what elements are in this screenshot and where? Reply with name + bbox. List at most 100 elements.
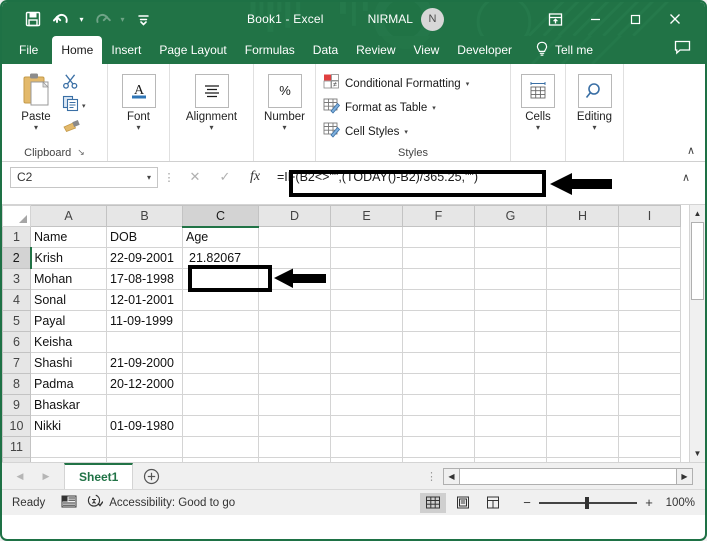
- cell-e9[interactable]: [330, 394, 403, 416]
- cell-g7[interactable]: [474, 352, 547, 374]
- cell-b11[interactable]: [106, 436, 183, 458]
- cell-f3[interactable]: [402, 268, 475, 290]
- scroll-up-icon[interactable]: ▲: [689, 205, 705, 222]
- vertical-scroll-thumb[interactable]: [690, 222, 704, 300]
- tab-insert[interactable]: Insert: [102, 36, 150, 64]
- cell-h8[interactable]: [546, 373, 619, 395]
- name-box-caret-icon[interactable]: ▾: [147, 173, 151, 182]
- cell-e6[interactable]: [330, 331, 403, 353]
- row-header-10[interactable]: 10: [2, 415, 31, 437]
- cell-f1[interactable]: [402, 226, 475, 248]
- cell-d11[interactable]: [258, 436, 331, 458]
- cell-f9[interactable]: [402, 394, 475, 416]
- cell-a1[interactable]: Name: [30, 226, 107, 248]
- cell-e5[interactable]: [330, 310, 403, 332]
- cell-g1[interactable]: [474, 226, 547, 248]
- column-header-f[interactable]: F: [402, 205, 475, 227]
- cell-h6[interactable]: [546, 331, 619, 353]
- cell-g9[interactable]: [474, 394, 547, 416]
- cell-i12[interactable]: [618, 457, 681, 462]
- enter-icon[interactable]: ✓: [210, 166, 240, 188]
- alignment-button[interactable]: Alignment ▾: [170, 68, 253, 133]
- comments-button[interactable]: [674, 36, 691, 64]
- scroll-down-icon[interactable]: ▼: [689, 445, 705, 462]
- row-header-1[interactable]: 1: [2, 226, 31, 248]
- column-header-i[interactable]: I: [618, 205, 681, 227]
- cell-b12[interactable]: [106, 457, 183, 462]
- tab-view[interactable]: View: [405, 36, 449, 64]
- select-all-corner[interactable]: [2, 205, 31, 227]
- cell-b10[interactable]: 01-09-1980: [106, 415, 183, 437]
- cell-d6[interactable]: [258, 331, 331, 353]
- cell-i8[interactable]: [618, 373, 681, 395]
- cell-h11[interactable]: [546, 436, 619, 458]
- cell-f11[interactable]: [402, 436, 475, 458]
- cut-button[interactable]: [62, 73, 86, 93]
- cell-c6[interactable]: [182, 331, 259, 353]
- zoom-level-label[interactable]: 100%: [661, 497, 695, 509]
- row-header-3[interactable]: 3: [2, 268, 31, 290]
- cell-g11[interactable]: [474, 436, 547, 458]
- cell-e8[interactable]: [330, 373, 403, 395]
- row-header-7[interactable]: 7: [2, 352, 31, 374]
- cell-c3[interactable]: [182, 268, 259, 290]
- cell-i7[interactable]: [618, 352, 681, 374]
- row-header-11[interactable]: 11: [2, 436, 31, 458]
- cell-styles-button[interactable]: Cell Styles ▾: [323, 122, 469, 142]
- font-button[interactable]: A Font ▾: [108, 68, 169, 133]
- column-header-g[interactable]: G: [474, 205, 547, 227]
- copy-button[interactable]: ▾: [62, 95, 86, 115]
- row-header-9[interactable]: 9: [2, 394, 31, 416]
- editing-dropdown-caret[interactable]: ▾: [592, 123, 596, 133]
- cell-h5[interactable]: [546, 310, 619, 332]
- row-header-2[interactable]: 2: [2, 247, 32, 269]
- cell-a2[interactable]: Krish: [30, 247, 107, 269]
- paste-dropdown-caret[interactable]: ▾: [34, 123, 38, 132]
- font-dropdown-caret[interactable]: ▾: [136, 123, 140, 133]
- cell-a7[interactable]: Shashi: [30, 352, 107, 374]
- format-as-table-button[interactable]: Format as Table ▾: [323, 98, 469, 118]
- scroll-right-icon[interactable]: ▶: [676, 467, 693, 485]
- cell-i2[interactable]: [618, 247, 681, 269]
- cell-g6[interactable]: [474, 331, 547, 353]
- tab-home[interactable]: Home: [52, 36, 103, 64]
- cell-b4[interactable]: 12-01-2001: [106, 289, 183, 311]
- cell-d7[interactable]: [258, 352, 331, 374]
- tab-formulas[interactable]: Formulas: [236, 36, 304, 64]
- row-header-4[interactable]: 4: [2, 289, 31, 311]
- cell-d5[interactable]: [258, 310, 331, 332]
- cell-g2[interactable]: [474, 247, 547, 269]
- cell-d8[interactable]: [258, 373, 331, 395]
- cell-d4[interactable]: [258, 289, 331, 311]
- cell-d3[interactable]: [258, 268, 331, 290]
- cell-c2[interactable]: 21.82067: [182, 247, 259, 269]
- cell-e7[interactable]: [330, 352, 403, 374]
- zoom-out-button[interactable]: −: [522, 495, 532, 510]
- redo-dropdown-caret[interactable]: ▾: [117, 6, 128, 32]
- cell-c7[interactable]: [182, 352, 259, 374]
- column-header-e[interactable]: E: [330, 205, 403, 227]
- maximize-button[interactable]: [615, 4, 655, 34]
- cell-c4[interactable]: [182, 289, 259, 311]
- cell-f4[interactable]: [402, 289, 475, 311]
- cell-b1[interactable]: DOB: [106, 226, 183, 248]
- cell-f10[interactable]: [402, 415, 475, 437]
- cell-h9[interactable]: [546, 394, 619, 416]
- format-as-table-caret[interactable]: ▾: [432, 104, 436, 112]
- cell-g8[interactable]: [474, 373, 547, 395]
- column-header-c[interactable]: C: [182, 205, 259, 228]
- cell-d10[interactable]: [258, 415, 331, 437]
- cell-e2[interactable]: [330, 247, 403, 269]
- cell-i5[interactable]: [618, 310, 681, 332]
- cells-dropdown-caret[interactable]: ▾: [536, 123, 540, 133]
- conditional-formatting-caret[interactable]: ▾: [466, 80, 470, 88]
- vertical-scrollbar[interactable]: ▲ ▼: [689, 205, 705, 462]
- tab-developer[interactable]: Developer: [448, 36, 521, 64]
- avatar[interactable]: N: [420, 7, 444, 31]
- cell-g5[interactable]: [474, 310, 547, 332]
- zoom-control[interactable]: − + 100%: [522, 495, 695, 510]
- cell-g3[interactable]: [474, 268, 547, 290]
- cell-c10[interactable]: [182, 415, 259, 437]
- editing-button[interactable]: Editing ▾: [566, 68, 623, 133]
- tab-page-layout[interactable]: Page Layout: [150, 36, 235, 64]
